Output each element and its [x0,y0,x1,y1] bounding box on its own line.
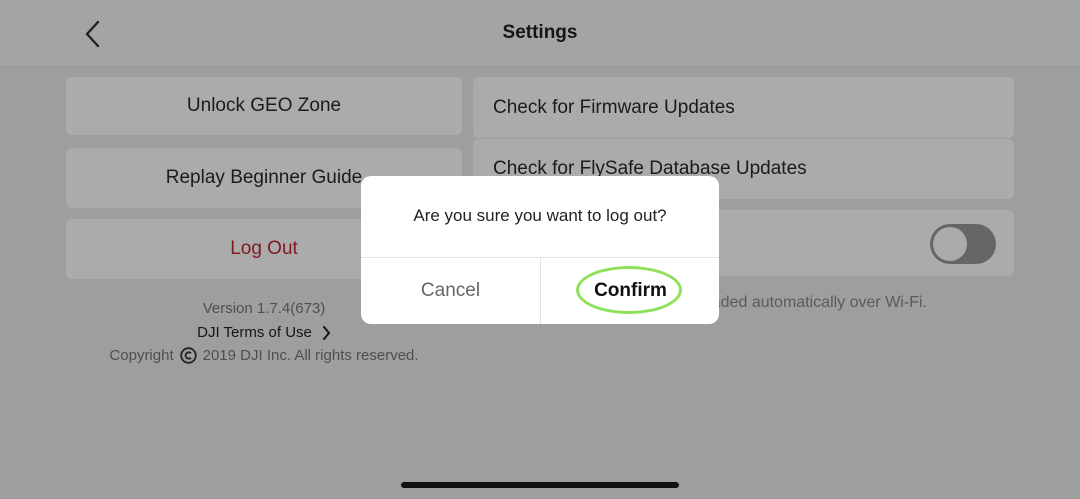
home-indicator[interactable] [401,482,679,488]
dialog-message: Are you sure you want to log out? [413,206,667,225]
cancel-button[interactable]: Cancel [361,258,540,324]
confirm-button[interactable]: Confirm [541,258,719,324]
settings-screen: Settings Unlock GEO Zone Replay Beginner… [0,0,1080,499]
logout-confirm-dialog: Are you sure you want to log out? Cancel… [361,176,719,324]
